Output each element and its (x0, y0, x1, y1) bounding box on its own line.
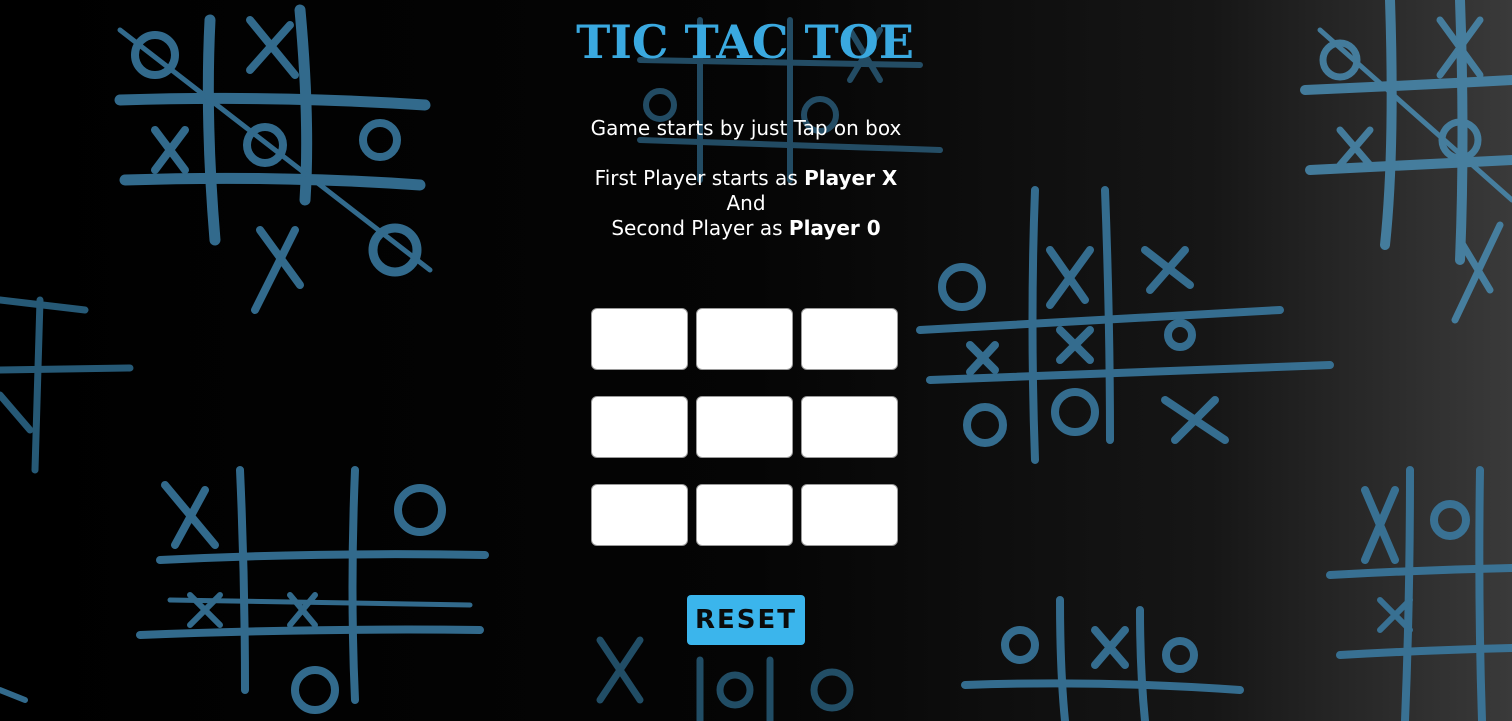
instruction-and: And (726, 191, 766, 215)
board-cell-2[interactable] (696, 308, 793, 370)
player-x-label: Player X (804, 166, 898, 190)
instruction-player-x: First Player starts as Player X (0, 166, 1492, 191)
board-cell-9[interactable] (801, 484, 898, 546)
board-cell-8[interactable] (696, 484, 793, 546)
game-board (591, 308, 903, 550)
game-title: TIC TAC TOE (576, 15, 914, 69)
game-container: TIC TAC TOE Game starts by just Tap on b… (0, 0, 1512, 721)
board-cell-1[interactable] (591, 308, 688, 370)
board-cell-7[interactable] (591, 484, 688, 546)
reset-button[interactable]: RESET (687, 595, 805, 645)
player-o-label: Player 0 (788, 216, 881, 240)
board-cell-3[interactable] (801, 308, 898, 370)
instruction-spacer (0, 141, 1492, 166)
board-cell-6[interactable] (801, 396, 898, 458)
instructions: Game starts by just Tap on box First Pla… (0, 116, 1492, 241)
instruction-start: Game starts by just Tap on box (590, 116, 902, 140)
board-cell-4[interactable] (591, 396, 688, 458)
instruction-player-o: Second Player as Player 0 (0, 216, 1492, 241)
instruction-player-o-prefix: Second Player as (611, 216, 789, 240)
instruction-player-x-prefix: First Player starts as (594, 166, 805, 190)
board-cell-5[interactable] (696, 396, 793, 458)
